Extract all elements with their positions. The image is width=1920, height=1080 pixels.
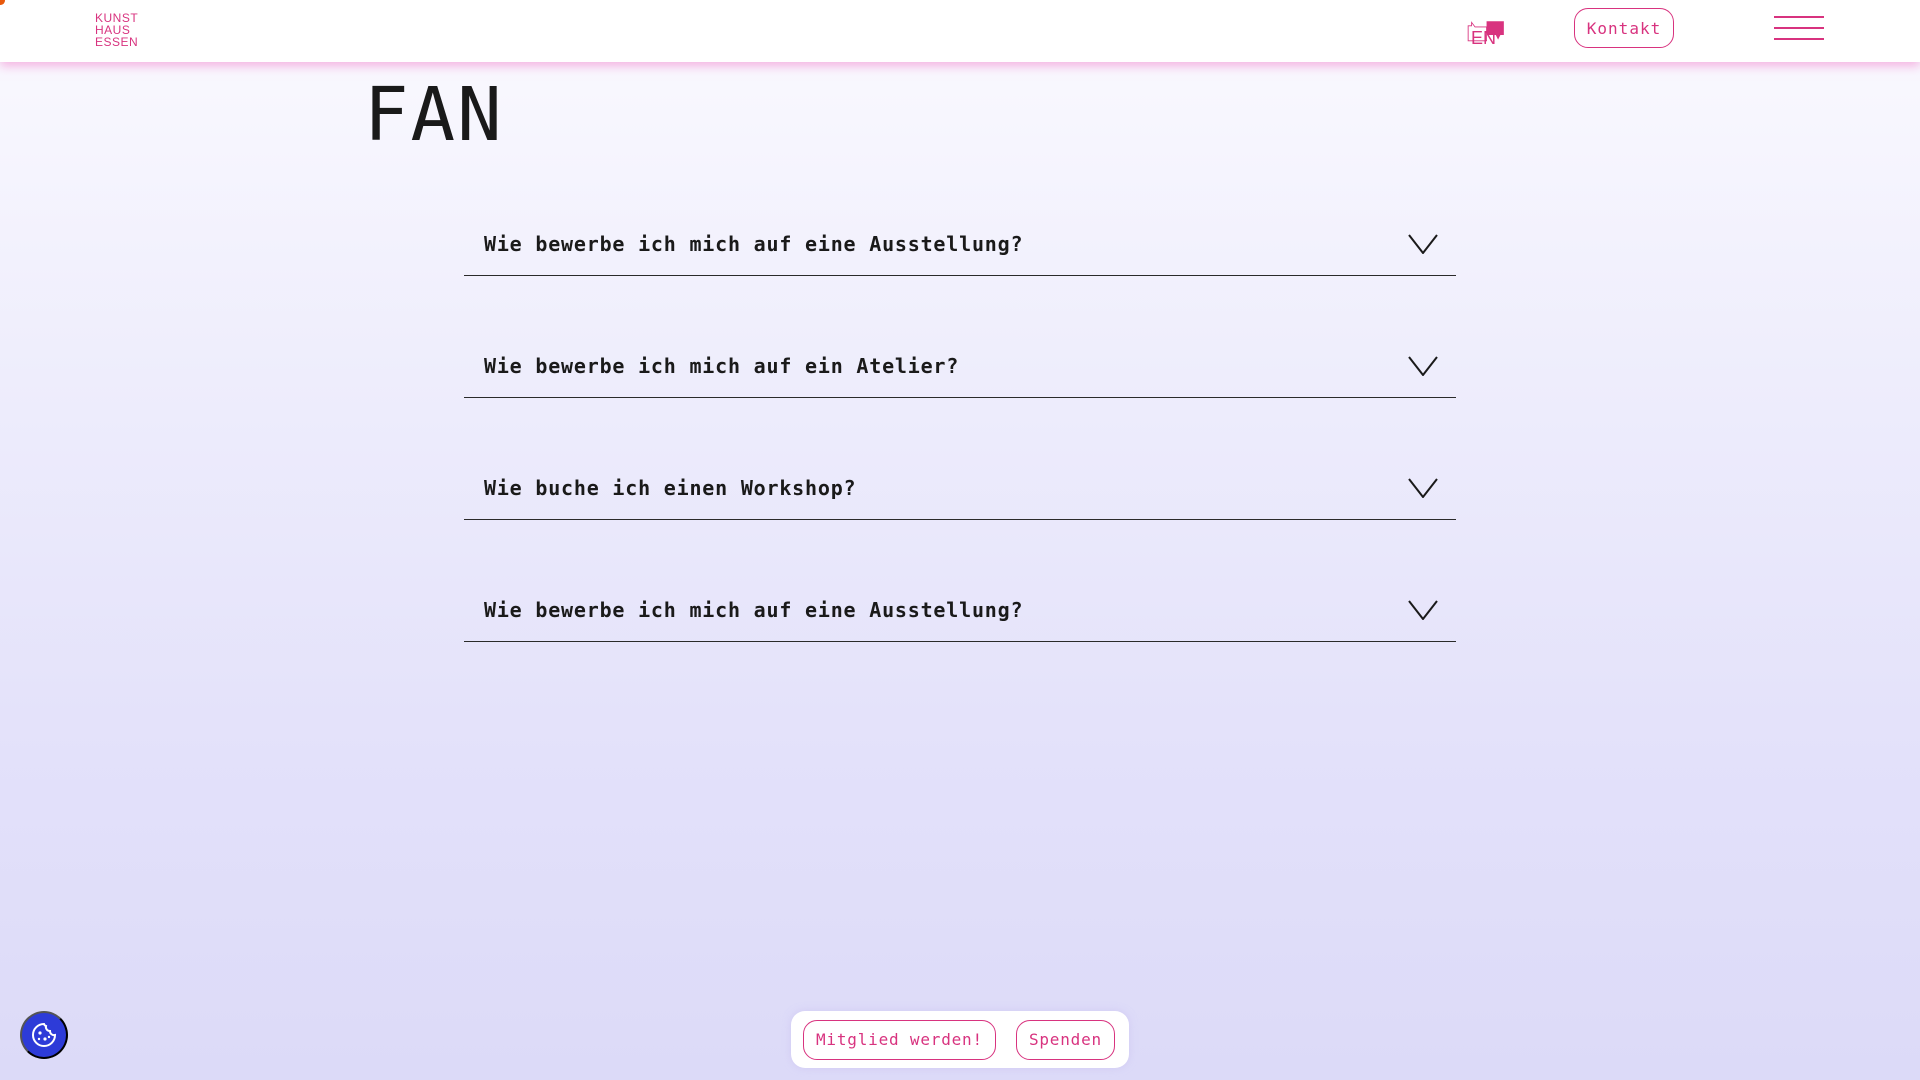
lang-de-label: DE bbox=[1503, 16, 1529, 36]
donate-button[interactable]: Spenden bbox=[1015, 1019, 1115, 1060]
cookie-settings-button[interactable] bbox=[20, 1011, 68, 1059]
faq-item[interactable]: Wie bewerbe ich mich auf ein Atelier? bbox=[464, 332, 1456, 398]
faq-item[interactable]: Wie buche ich einen Workshop? bbox=[464, 454, 1456, 520]
site-logo[interactable]: KUNST HAUS ESSEN bbox=[95, 12, 138, 48]
corner-dot bbox=[0, 0, 5, 5]
hamburger-icon bbox=[1774, 16, 1824, 18]
faq-question: Wie bewerbe ich mich auf eine Ausstellun… bbox=[484, 598, 1024, 622]
faq-list: Wie bewerbe ich mich auf eine Ausstellun… bbox=[464, 210, 1456, 698]
chevron-down-icon bbox=[1408, 234, 1438, 254]
faq-question: Wie bewerbe ich mich auf eine Ausstellun… bbox=[484, 232, 1024, 256]
hamburger-icon-line-2 bbox=[1774, 27, 1824, 29]
hamburger-icon-line-3 bbox=[1774, 38, 1824, 40]
language-switch[interactable]: EN DE bbox=[1467, 14, 1533, 52]
lang-en-label: EN bbox=[1471, 28, 1497, 48]
faq-item[interactable]: Wie bewerbe ich mich auf eine Ausstellun… bbox=[464, 210, 1456, 276]
menu-button[interactable] bbox=[1774, 16, 1824, 48]
chevron-down-icon bbox=[1408, 356, 1438, 376]
chevron-down-icon bbox=[1408, 478, 1438, 498]
faq-question: Wie bewerbe ich mich auf ein Atelier? bbox=[484, 354, 960, 378]
site-header: KUNST HAUS ESSEN EN DE Kontakt bbox=[0, 0, 1920, 62]
become-member-button[interactable]: Mitglied werden! bbox=[803, 1019, 996, 1060]
cookie-icon bbox=[32, 1022, 57, 1047]
page-title: FAN bbox=[364, 72, 504, 158]
logo-line-3: ESSEN bbox=[95, 35, 139, 49]
faq-question: Wie buche ich einen Workshop? bbox=[484, 476, 857, 500]
contact-button[interactable]: Kontakt bbox=[1574, 8, 1674, 48]
chevron-down-icon bbox=[1408, 600, 1438, 620]
faq-item[interactable]: Wie bewerbe ich mich auf eine Ausstellun… bbox=[464, 576, 1456, 642]
action-bar: Mitglied werden! Spenden bbox=[791, 1011, 1129, 1068]
